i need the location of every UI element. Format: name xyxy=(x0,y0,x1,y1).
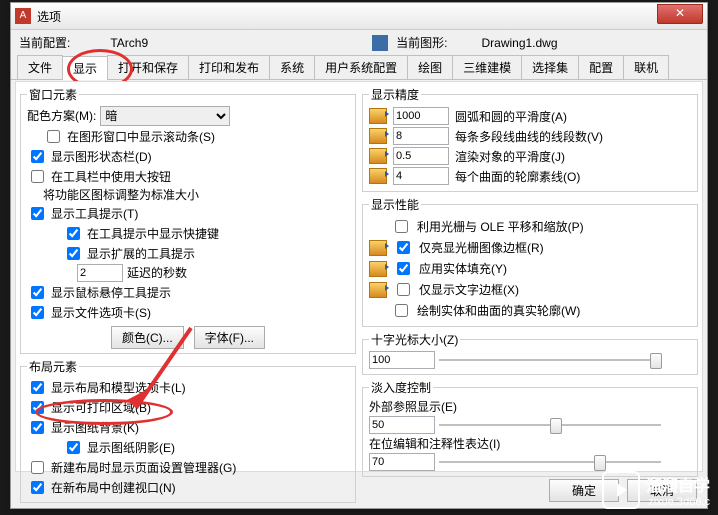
cb-large-buttons[interactable] xyxy=(31,170,44,183)
group-crosshair-legend: 十字光标大小(Z) xyxy=(369,331,460,348)
cb-tooltip-shortcut[interactable] xyxy=(67,227,80,240)
tab-file[interactable]: 文件 xyxy=(17,55,63,79)
tooltip-delay-input[interactable] xyxy=(77,264,123,282)
inplace-fade-input[interactable] xyxy=(369,453,435,471)
group-display-resolution: 显示精度 圆弧和圆的平滑度(A) 每条多段线曲线的线段数(V) 渲染对象的平滑度… xyxy=(362,86,698,192)
profile-icon xyxy=(369,168,387,184)
tab-drafting[interactable]: 绘图 xyxy=(407,55,453,79)
options-dialog: A 选项 ✕ 当前配置: TArch9 当前图形: Drawing1.dwg 文… xyxy=(10,2,708,509)
tab-strip: 文件 显示 打开和保存 打印和发布 系统 用户系统配置 绘图 三维建模 选择集 … xyxy=(11,55,707,80)
colors-button[interactable]: 颜色(C)... xyxy=(111,326,184,349)
cb-tooltips[interactable] xyxy=(31,207,44,220)
tab-display[interactable]: 显示 xyxy=(62,56,108,80)
inplace-fade-slider[interactable] xyxy=(439,461,661,463)
current-profile-value: TArch9 xyxy=(110,36,148,50)
cb-solid-fill[interactable] xyxy=(397,262,410,275)
color-scheme-label: 配色方案(M): xyxy=(27,108,96,124)
play-icon xyxy=(602,471,640,509)
xref-fade-slider[interactable] xyxy=(439,424,661,426)
group-crosshair: 十字光标大小(Z) xyxy=(362,331,698,375)
profile-icon xyxy=(369,261,387,277)
profile-icon xyxy=(369,282,387,298)
render-smooth-input[interactable] xyxy=(393,147,449,165)
lbl-ribbon-std: 将功能区图标调整为标准大小 xyxy=(43,187,199,203)
profile-icon xyxy=(369,108,387,124)
dwg-icon xyxy=(372,35,388,51)
group-res-legend: 显示精度 xyxy=(369,86,421,103)
cb-paper-shadow[interactable] xyxy=(67,441,80,454)
cb-create-viewport[interactable] xyxy=(31,481,44,494)
tooltip-delay-label: 延迟的秒数 xyxy=(127,265,187,281)
group-layout-legend: 布局元素 xyxy=(27,358,79,375)
watermark: 溜溜自学 zixue.3d66.c xyxy=(602,471,710,509)
polyline-seg-input[interactable] xyxy=(393,127,449,145)
tab-content: 窗口元素 配色方案(M): 暗 在图形窗口中显示滚动条(S) 显示图形状态栏(D… xyxy=(15,81,703,472)
inplace-fade-label: 在位编辑和注释性表达(I) xyxy=(369,435,691,452)
crosshair-slider[interactable] xyxy=(439,359,661,361)
group-perf-legend: 显示性能 xyxy=(369,196,421,213)
group-layout-elements: 布局元素 显示布局和模型选项卡(L) 显示可打印区域(B) 显示图纸背景(K) … xyxy=(20,358,356,503)
xref-fade-label: 外部参照显示(E) xyxy=(369,398,691,415)
config-row: 当前配置: TArch9 当前图形: Drawing1.dwg xyxy=(11,30,707,55)
group-fade-control: 淡入度控制 外部参照显示(E) 在位编辑和注释性表达(I) xyxy=(362,379,698,477)
tab-plot[interactable]: 打印和发布 xyxy=(188,55,270,79)
color-scheme-select[interactable]: 暗 xyxy=(100,106,230,126)
tab-profiles[interactable]: 配置 xyxy=(578,55,624,79)
profile-icon xyxy=(369,240,387,256)
cb-status-bar[interactable] xyxy=(31,150,44,163)
cb-paper-bg[interactable] xyxy=(31,421,44,434)
current-profile-label: 当前配置: xyxy=(19,34,70,51)
fonts-button[interactable]: 字体(F)... xyxy=(194,326,265,349)
cb-scrollbars[interactable] xyxy=(47,130,60,143)
tab-open-save[interactable]: 打开和保存 xyxy=(107,55,189,79)
cb-file-tabs[interactable] xyxy=(31,306,44,319)
current-drawing-label: 当前图形: xyxy=(396,34,447,51)
tab-selection[interactable]: 选择集 xyxy=(521,55,579,79)
cb-highlight-frame[interactable] xyxy=(397,241,410,254)
cb-text-frame[interactable] xyxy=(397,283,410,296)
cb-pan-raster[interactable] xyxy=(395,220,408,233)
arc-smooth-input[interactable] xyxy=(393,107,449,125)
profile-icon xyxy=(369,128,387,144)
group-display-performance: 显示性能 利用光栅与 OLE 平移和缩放(P) 仅亮显光栅图像边框(R) 应用实… xyxy=(362,196,698,327)
xref-fade-input[interactable] xyxy=(369,416,435,434)
contour-lines-input[interactable] xyxy=(393,167,449,185)
crosshair-size-input[interactable] xyxy=(369,351,435,369)
cb-ext-tooltip[interactable] xyxy=(67,247,80,260)
cb-page-setup[interactable] xyxy=(31,461,44,474)
cb-layout-tabs[interactable] xyxy=(31,381,44,394)
tab-system[interactable]: 系统 xyxy=(269,55,315,79)
cb-true-silhouette[interactable] xyxy=(395,304,408,317)
app-icon: A xyxy=(15,8,31,24)
current-drawing-value: Drawing1.dwg xyxy=(481,36,557,50)
group-window-elements: 窗口元素 配色方案(M): 暗 在图形窗口中显示滚动条(S) 显示图形状态栏(D… xyxy=(20,86,356,354)
tab-3d[interactable]: 三维建模 xyxy=(452,55,522,79)
profile-icon xyxy=(369,148,387,164)
tab-online[interactable]: 联机 xyxy=(623,55,669,79)
cb-hover-tooltip[interactable] xyxy=(31,286,44,299)
group-fade-legend: 淡入度控制 xyxy=(369,379,433,396)
close-button[interactable]: ✕ xyxy=(657,4,703,24)
group-window-legend: 窗口元素 xyxy=(27,86,79,103)
tab-user-pref[interactable]: 用户系统配置 xyxy=(314,55,408,79)
dialog-title: 选项 xyxy=(37,8,61,25)
dialog-titlebar: A 选项 ✕ xyxy=(11,3,707,30)
cb-printable-area[interactable] xyxy=(31,401,44,414)
